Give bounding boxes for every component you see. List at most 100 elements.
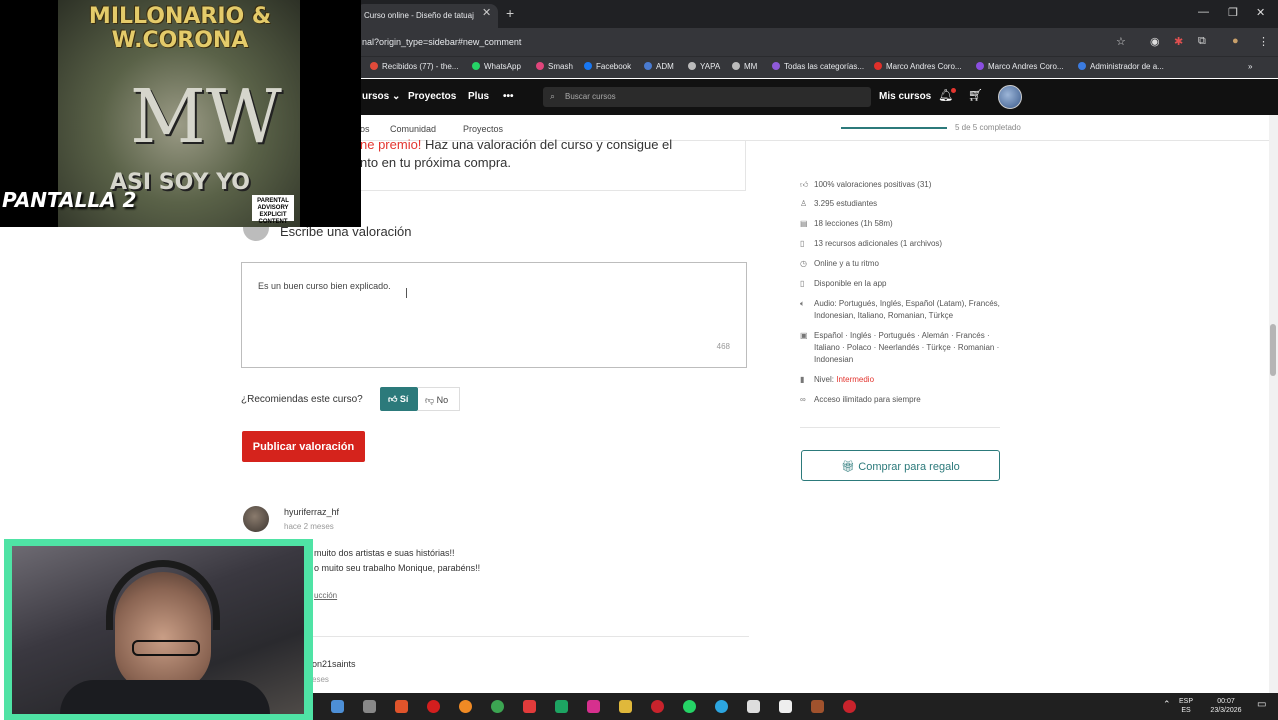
profile-icon[interactable]: ● xyxy=(1232,35,1239,47)
notifications-icon[interactable]: ▭ xyxy=(1257,700,1266,710)
subtitles-icon: ▣ xyxy=(800,331,808,340)
publish-review-button[interactable]: Publicar valoración xyxy=(242,431,365,462)
avatar[interactable] xyxy=(998,85,1022,109)
search-icon: ⌕ xyxy=(550,91,556,101)
bookmark-whatsapp[interactable]: WhatsApp xyxy=(472,62,521,71)
comment-avatar[interactable] xyxy=(243,506,269,532)
star-icon[interactable]: ☆ xyxy=(1116,35,1126,48)
maximize-icon[interactable]: ❐ xyxy=(1228,6,1238,19)
taskbar-chrome-icon[interactable] xyxy=(491,700,504,713)
subnav-comunidad[interactable]: Comunidad xyxy=(390,124,436,134)
char-counter: 468 xyxy=(716,342,730,351)
taskbar-explorer-icon[interactable] xyxy=(331,700,344,713)
minimize-icon[interactable]: — xyxy=(1198,6,1209,18)
thumbs-down-icon: 👎︎ xyxy=(425,395,435,405)
bookmark-facebook[interactable]: Facebook xyxy=(584,62,631,71)
sidebar-item-app: ▯ Disponible en la app xyxy=(800,279,887,288)
comment-username-2[interactable]: on21saints xyxy=(312,659,356,669)
bookmark-marco-1[interactable]: Marco Andres Coro... xyxy=(874,62,962,71)
taskbar-app2-icon[interactable] xyxy=(523,700,536,713)
infinity-icon: ∞ xyxy=(800,395,806,404)
file-icon: ▯ xyxy=(800,239,805,248)
taskbar-firefox-icon[interactable] xyxy=(459,700,472,713)
bookmark-administrador[interactable]: Administrador de a... xyxy=(1078,62,1164,71)
new-tab-icon[interactable]: + xyxy=(506,5,514,21)
taskbar-phone-link-icon[interactable] xyxy=(555,700,568,713)
promo-highlight: ne premio! xyxy=(360,137,422,152)
recommend-yes-button[interactable]: 👍︎ Sí xyxy=(380,387,418,411)
bookmark-categorias[interactable]: Todas las categorías... xyxy=(772,62,864,71)
taskbar-app4-icon[interactable] xyxy=(843,700,856,713)
search-placeholder: Buscar cursos xyxy=(565,92,616,101)
bookmark-gmail[interactable]: Recibidos (77) - the... xyxy=(370,62,458,71)
recommend-no-button[interactable]: 👎︎ No xyxy=(418,387,460,411)
chevron-down-icon: ⌄ xyxy=(392,91,401,102)
input-language[interactable]: ESP ES xyxy=(1179,697,1193,715)
recommend-question: ¿Recomiendas este curso? xyxy=(241,394,363,405)
bookmark-marco-2[interactable]: Marco Andres Coro... xyxy=(976,62,1064,71)
nav-more[interactable]: ••• xyxy=(503,91,514,102)
taskbar-folder-icon[interactable] xyxy=(619,700,632,713)
comment-line-2: o muito seu trabalho Monique, parabéns!! xyxy=(314,563,481,573)
url-text[interactable]: nal?origin_type=sidebar#new_comment xyxy=(362,37,521,47)
promo-line2: nto en tu próxima compra. xyxy=(360,155,512,170)
text-cursor-icon xyxy=(406,288,407,298)
taskbar-whatsapp-icon[interactable] xyxy=(683,700,696,713)
nav-plus[interactable]: Plus xyxy=(468,91,489,102)
taskbar-pinterest-icon[interactable] xyxy=(651,700,664,713)
screen: Curso online - Diseño de tatuaj ✕ + — ❐ … xyxy=(0,0,1278,720)
clock[interactable]: 00:07 23/3/2026 xyxy=(1201,697,1251,715)
gift-button[interactable]: 🎁︎ Comprar para regalo xyxy=(801,450,1000,481)
window-close-icon[interactable]: ✕ xyxy=(1256,6,1265,19)
browser-tab[interactable]: Curso online - Diseño de tatuaj xyxy=(356,4,498,28)
comment-username[interactable]: hyuriferraz_hf xyxy=(284,507,339,517)
review-textarea[interactable]: Es un buen curso bien explicado. 468 xyxy=(241,262,747,368)
bookmark-yapa[interactable]: YAPA xyxy=(688,62,720,71)
extension-red-icon[interactable]: ✱ xyxy=(1174,35,1183,48)
chrome-menu-icon[interactable]: ⋮ xyxy=(1258,35,1269,48)
level-link[interactable]: Intermedio xyxy=(836,375,874,384)
bookmarks-overflow-icon[interactable]: » xyxy=(1248,62,1252,71)
comment-divider xyxy=(241,636,749,637)
sidebar-item-online: ◷ Online y a tu ritmo xyxy=(800,259,879,268)
taskbar-app-icon[interactable] xyxy=(363,700,376,713)
bookmark-mm[interactable]: MM xyxy=(732,62,757,71)
clock-icon: ◷ xyxy=(800,259,807,268)
page-scrollbar[interactable] xyxy=(1269,115,1278,693)
sidebar-item-nivel: ▮ Nivel: Intermedio xyxy=(800,375,875,384)
sidebar-item-recursos: ▯ 13 recursos adicionales (1 archivos) xyxy=(800,239,943,248)
taskbar-instagram-icon[interactable] xyxy=(587,700,600,713)
search-input[interactable]: ⌕ Buscar cursos xyxy=(543,87,871,107)
scrollbar-thumb[interactable] xyxy=(1270,324,1276,376)
taskbar-app3-icon[interactable] xyxy=(811,700,824,713)
promo-text: ne premio! Haz una valoración del curso … xyxy=(360,136,720,172)
taskbar-telegram-icon[interactable] xyxy=(715,700,728,713)
bookmark-smash[interactable]: Smash xyxy=(536,62,573,71)
album-overlay: MILLONARIO & W.CORONA MW ASI SOY YO PARE… xyxy=(0,0,361,227)
subnav-proyectos[interactable]: Proyectos xyxy=(463,124,503,134)
phone-icon: ▯ xyxy=(800,279,805,288)
album-title: MILLONARIO & W.CORONA xyxy=(88,4,272,53)
nav-mis-cursos[interactable]: Mis cursos xyxy=(879,91,931,102)
cart-icon[interactable]: 🛒︎ xyxy=(968,88,983,102)
taskbar-opera-icon[interactable] xyxy=(427,700,440,713)
windows-taskbar: ⌃ ESP ES 00:07 23/3/2026 ▭ xyxy=(313,693,1278,720)
translation-link[interactable]: ucción xyxy=(314,591,337,600)
user-icon: ♙ xyxy=(800,199,808,208)
nav-proyectos[interactable]: Proyectos xyxy=(408,91,456,102)
course-progress-bar xyxy=(841,127,947,129)
tab-close-icon[interactable]: ✕ xyxy=(482,6,491,19)
taskbar-brave-icon[interactable] xyxy=(395,700,408,713)
extensions-puzzle-icon[interactable]: ⧉ xyxy=(1198,35,1206,48)
nav-cursos[interactable]: ursos ⌄ xyxy=(362,91,400,102)
tray-chevron-up-icon[interactable]: ⌃ xyxy=(1163,700,1171,709)
comment-time-2: eses xyxy=(312,675,329,684)
taskbar-capcut-icon[interactable] xyxy=(747,700,760,713)
subnav-item-partial[interactable]: os xyxy=(360,124,370,134)
sidebar-item-valoraciones: 👍︎ 100% valoraciones positivas (31) xyxy=(800,180,932,189)
sidebar-item-estudiantes: ♙ 3.295 estudiantes xyxy=(800,199,878,208)
taskbar-notion-icon[interactable] xyxy=(779,700,792,713)
screen-label: PANTALLA 2 xyxy=(2,188,137,212)
bookmark-adm[interactable]: ADM xyxy=(644,62,674,71)
extension-camera-icon[interactable]: ◉ xyxy=(1150,35,1160,48)
